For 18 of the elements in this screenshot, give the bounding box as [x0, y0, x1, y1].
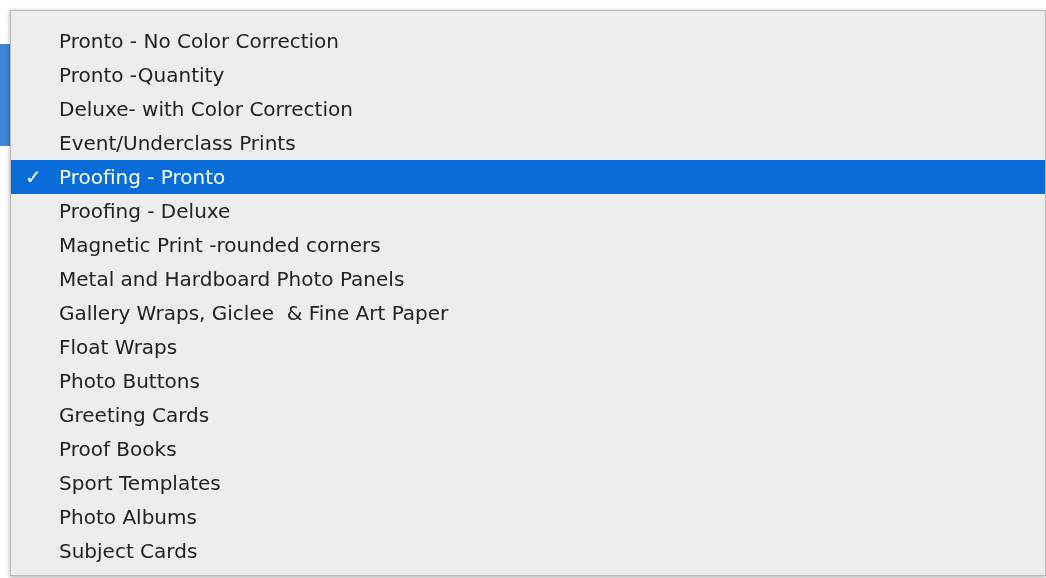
menu-item-row[interactable]: ✓ Proofing - Pronto: [11, 160, 1045, 194]
menu-item[interactable]: Event/Underclass Prints: [11, 126, 1045, 160]
menu-item[interactable]: Pronto - No Color Correction: [11, 24, 1045, 58]
menu-item-label: Proofing - Pronto: [59, 164, 226, 191]
menu-item[interactable]: Pronto -Quantity: [11, 58, 1045, 92]
menu-item[interactable]: Subject Cards: [11, 534, 1045, 568]
menu-item[interactable]: Proof Books: [11, 432, 1045, 466]
menu-item[interactable]: Gallery Wraps, Giclee & Fine Art Paper: [11, 296, 1045, 330]
check-mark: ✓: [25, 164, 42, 191]
menu-item[interactable]: Deluxe- with Color Correction: [11, 92, 1045, 126]
menu-item[interactable]: Greeting Cards: [11, 398, 1045, 432]
menu-item[interactable]: Photo Buttons: [11, 364, 1045, 398]
menu-item[interactable]: Float Wraps: [11, 330, 1045, 364]
menu-item[interactable]: Sport Templates: [11, 466, 1045, 500]
menu-item[interactable]: Proofing - Deluxe: [11, 194, 1045, 228]
menu-item[interactable]: Metal and Hardboard Photo Panels: [11, 262, 1045, 296]
menu-item[interactable]: Photo Albums: [11, 500, 1045, 534]
menu-item[interactable]: Magnetic Print -rounded corners: [11, 228, 1045, 262]
